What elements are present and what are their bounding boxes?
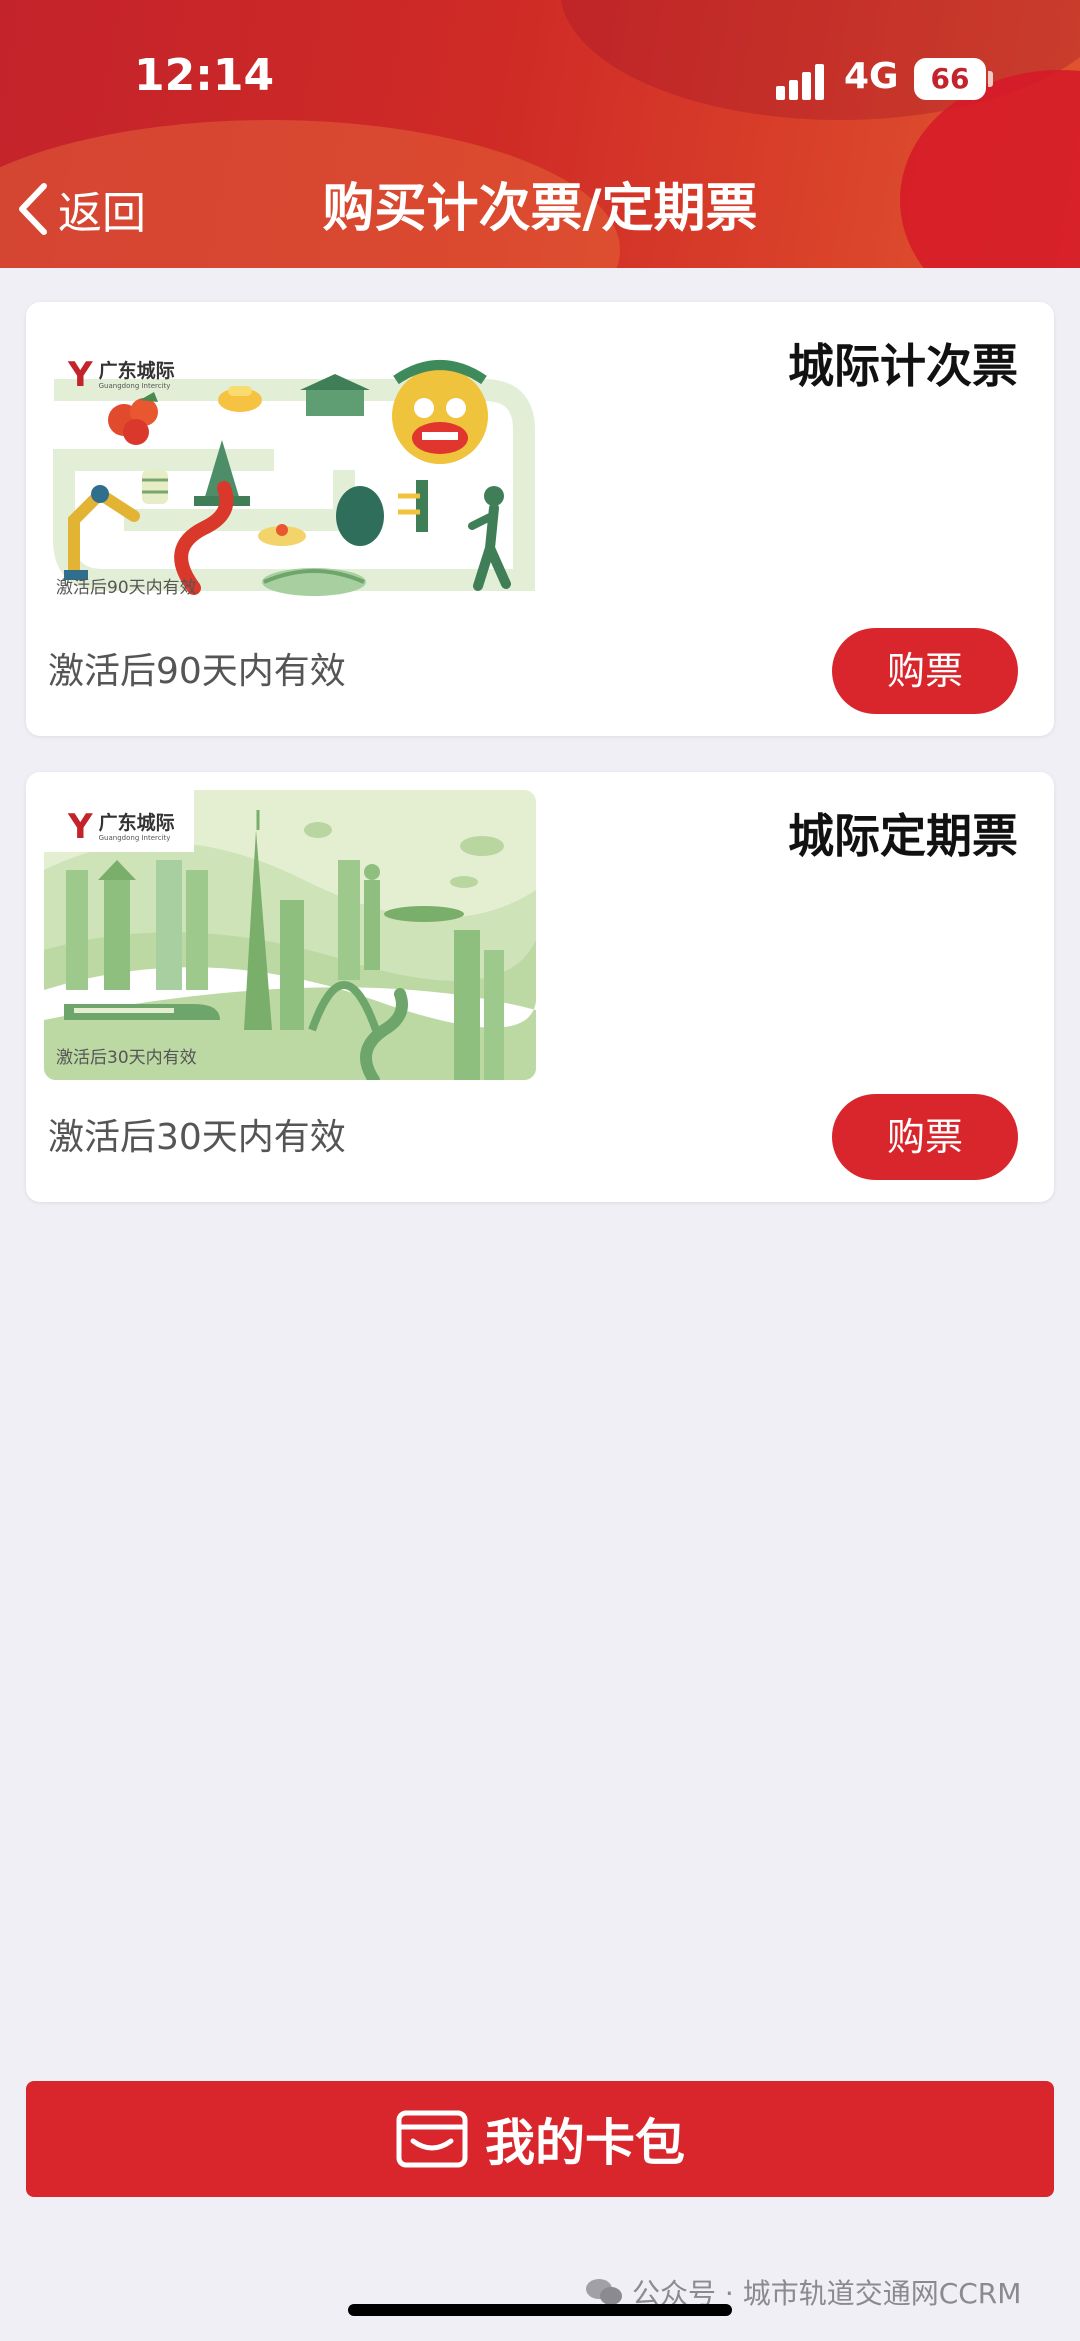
wallet-card-icon (396, 2110, 468, 2168)
my-wallet-label: 我的卡包 (485, 2114, 685, 2172)
ticket-art-count: Y 广东城际 Guangdong Intercity 激活后90天内有效 (44, 320, 536, 610)
network-type: 4G (844, 56, 899, 97)
ticket-art-caption: 激活后90天内有效 (56, 578, 197, 598)
logo-text-cn: 广东城际 (98, 812, 175, 834)
logo-text-en: Guangdong Intercity (98, 382, 171, 390)
logo-mark-icon: Y (68, 807, 93, 847)
buy-ticket-button[interactable]: 购票 (832, 628, 1018, 714)
ticket-art-caption: 激活后30天内有效 (56, 1048, 197, 1068)
page-title: 购买计次票/定期票 (322, 179, 758, 239)
battery-cap (988, 71, 993, 87)
ticket-name: 城际计次票 (788, 339, 1018, 393)
home-indicator[interactable] (348, 2304, 732, 2316)
signal-icon (776, 60, 830, 100)
ticket-validity: 激活后90天内有效 (48, 651, 346, 692)
ticket-art-period: Y 广东城际 Guangdong Intercity 激活后30天内有效 (44, 790, 536, 1080)
header-bar: 12:14 4G 66 返回 购买计次票/定期票 (0, 0, 1080, 268)
status-time: 12:14 (134, 50, 275, 101)
logo-mark-icon: Y (68, 355, 93, 395)
ticket-validity: 激活后30天内有效 (48, 1117, 346, 1158)
ticket-card-period[interactable]: Y 广东城际 Guangdong Intercity 激活后30天内有效 城际定… (26, 772, 1054, 1202)
logo-text-en: Guangdong Intercity (98, 834, 171, 842)
ticket-art-logo: Y 广东城际 Guangdong Intercity (68, 355, 175, 395)
logo-text-cn: 广东城际 (98, 360, 175, 382)
ticket-name: 城际定期票 (788, 809, 1018, 863)
battery-icon: 66 (914, 58, 986, 100)
ticket-card-count[interactable]: Y 广东城际 Guangdong Intercity 激活后90天内有效 城际计… (26, 302, 1054, 736)
ticket-art-logo: Y 广东城际 Guangdong Intercity (68, 807, 175, 847)
my-wallet-button[interactable]: 我的卡包 (26, 2081, 1054, 2197)
buy-ticket-button[interactable]: 购票 (832, 1094, 1018, 1180)
